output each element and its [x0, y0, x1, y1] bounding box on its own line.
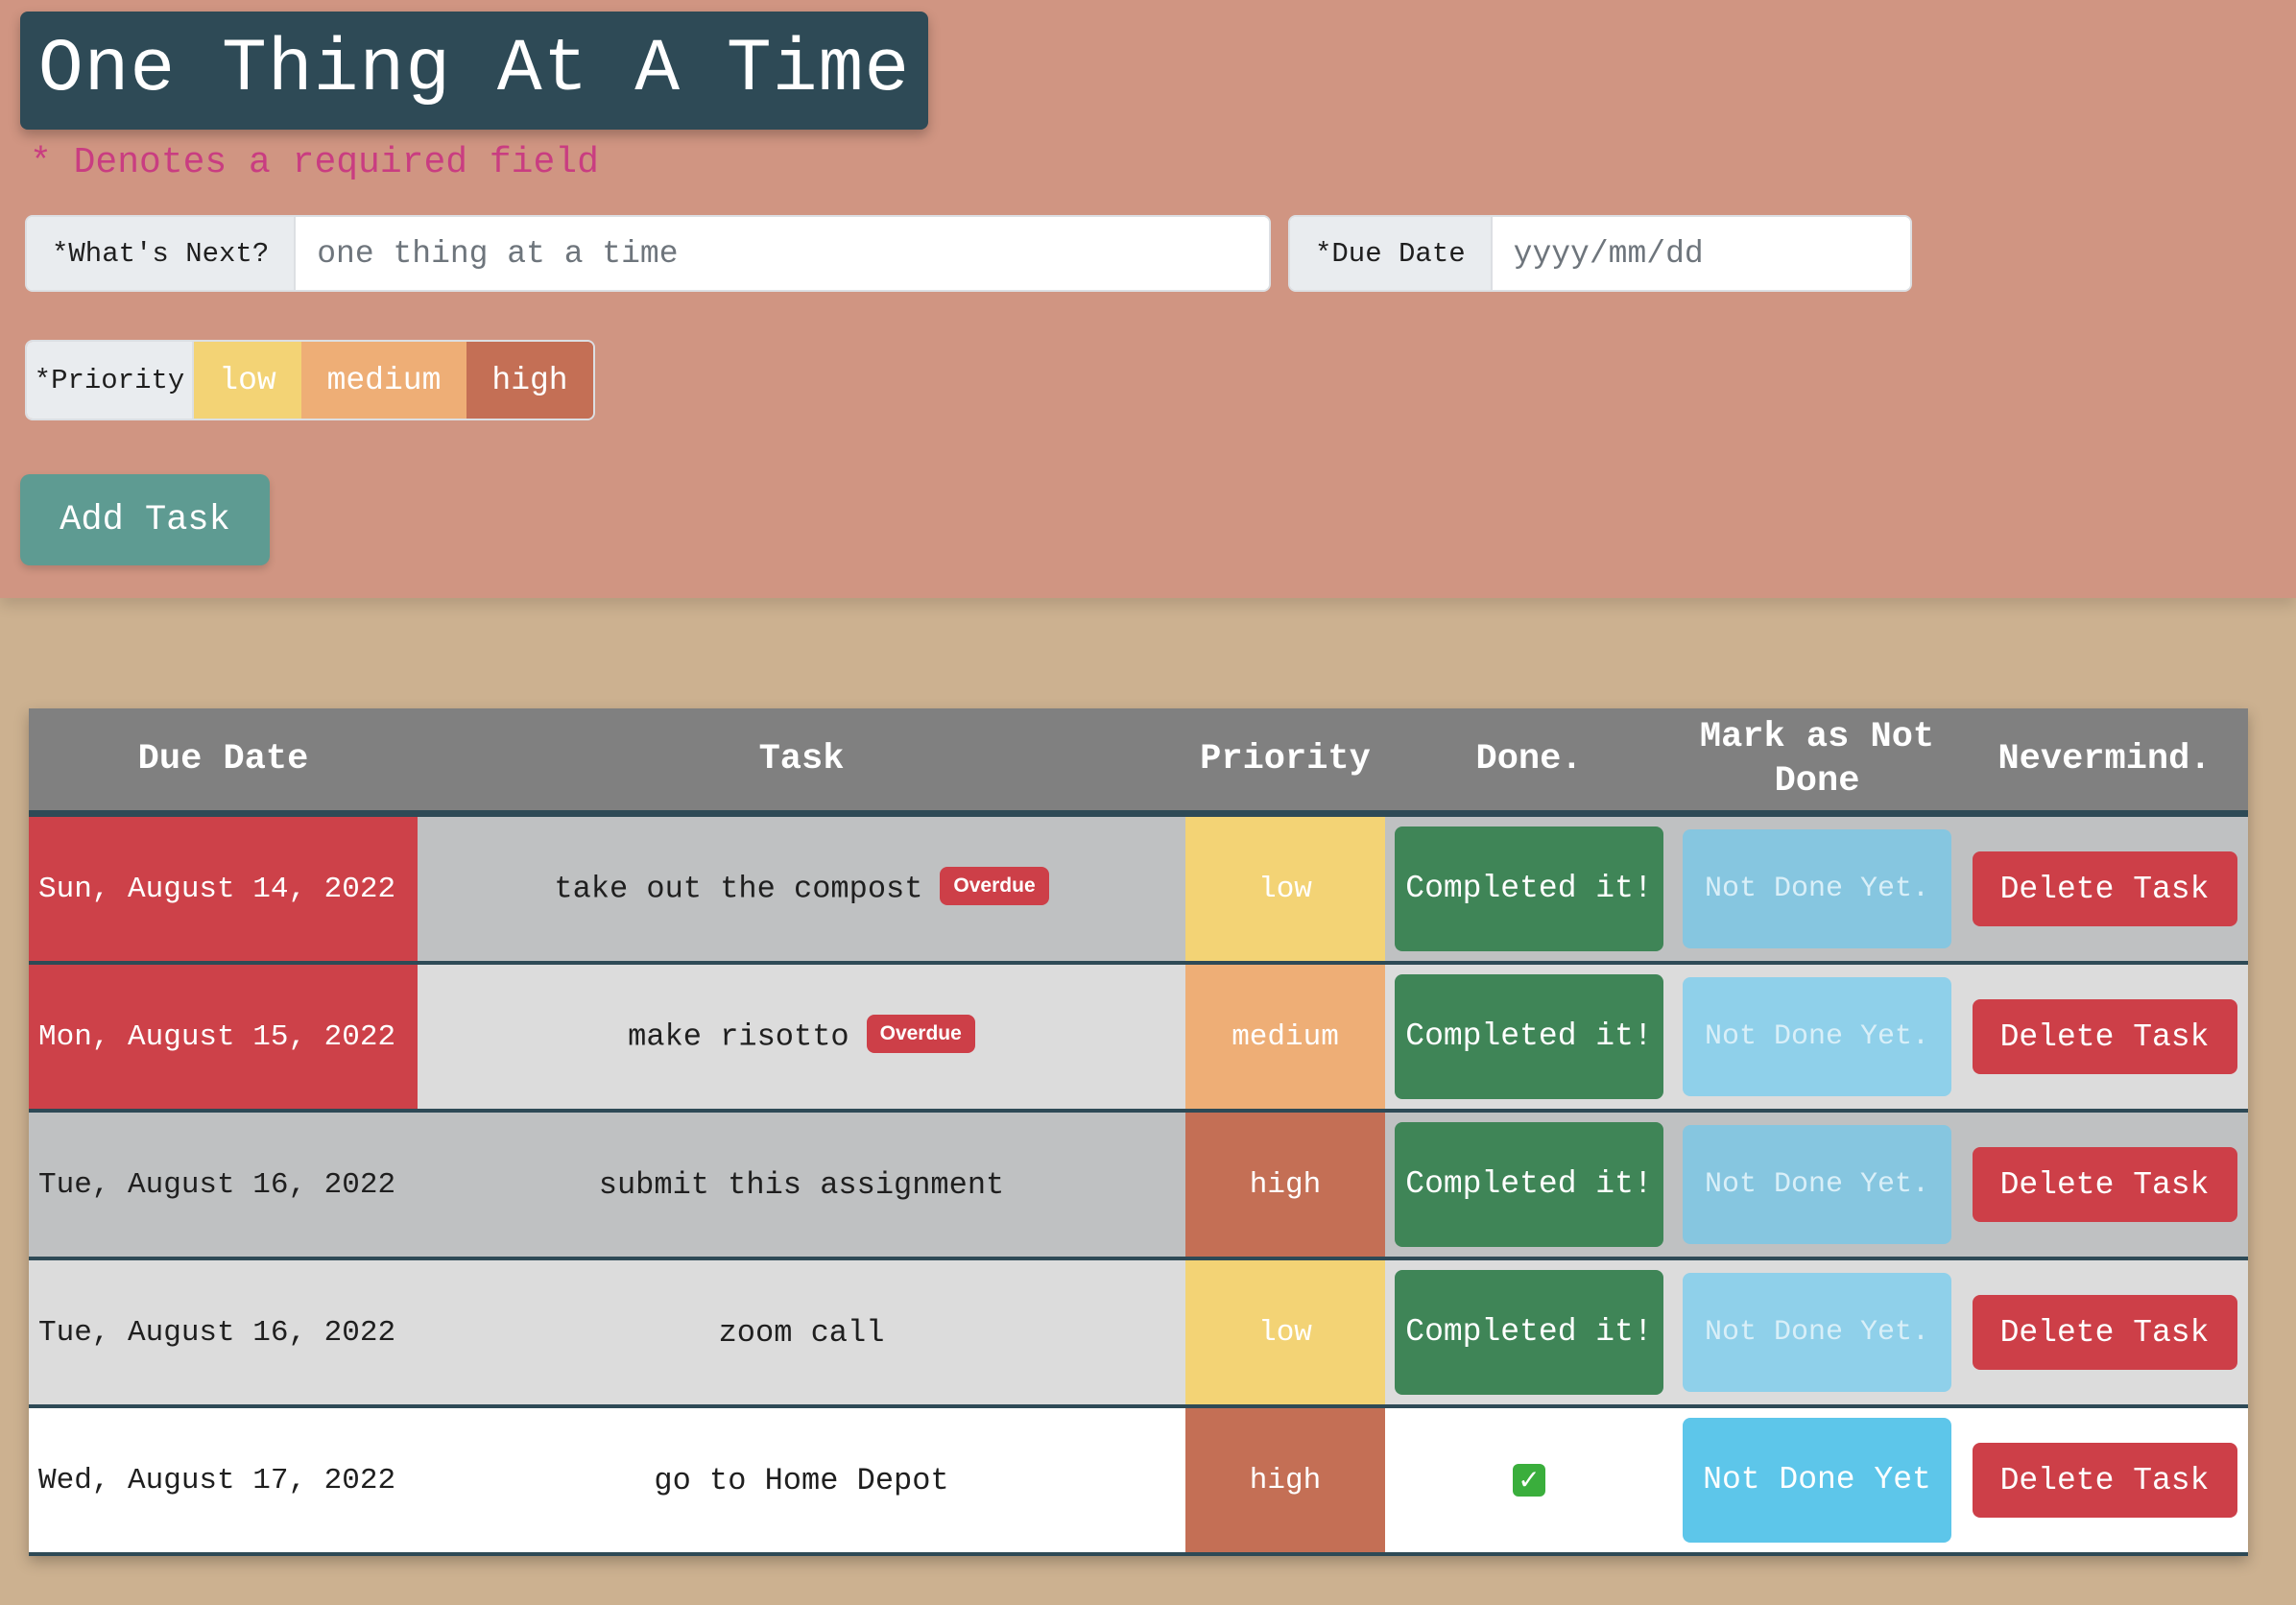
not-done-button[interactable]: Not Done Yet.: [1683, 829, 1951, 948]
task-cell: submit this assignment: [418, 1111, 1185, 1260]
priority-option-medium[interactable]: medium: [301, 342, 466, 419]
priority-cell: low: [1185, 813, 1385, 965]
task-text: zoom call: [718, 1314, 885, 1351]
header-panel: One Thing At A Time * Denotes a required…: [0, 0, 2296, 598]
priority-cell: low: [1185, 1258, 1385, 1408]
delete-task-button[interactable]: Delete Task: [1972, 1443, 2237, 1518]
priority-cell: high: [1185, 1406, 1385, 1556]
task-text: go to Home Depot: [654, 1462, 949, 1498]
table-row: Tue, August 16, 2022 submit this assignm…: [29, 1111, 2248, 1260]
task-text: take out the compost: [554, 871, 923, 907]
completed-button[interactable]: Completed it!: [1395, 974, 1663, 1099]
header-due-date: Due Date: [29, 708, 418, 817]
check-mark-icon: ✓: [1513, 1463, 1545, 1497]
table-row: Mon, August 15, 2022 make risotto Overdue…: [29, 963, 2248, 1113]
header-nevermind: Nevermind.: [1961, 708, 2248, 817]
header-done: Done.: [1385, 708, 1673, 817]
due-date-cell: Sun, August 14, 2022: [29, 813, 418, 965]
not-done-button[interactable]: Not Done Yet.: [1683, 1125, 1951, 1244]
task-cell: go to Home Depot: [418, 1406, 1185, 1556]
task-table: Due Date Task Priority Done. Mark as Not…: [29, 708, 2248, 1556]
delete-cell: Delete Task: [1961, 1258, 2248, 1408]
priority-cell: high: [1185, 1111, 1385, 1260]
not-done-cell: Not Done Yet.: [1673, 1258, 1961, 1408]
task-input[interactable]: [296, 217, 1269, 290]
task-text: submit this assignment: [598, 1166, 1005, 1203]
done-cell: ✓: [1385, 1406, 1673, 1556]
delete-task-button[interactable]: Delete Task: [1972, 1147, 2237, 1222]
delete-cell: Delete Task: [1961, 1406, 2248, 1556]
delete-task-button[interactable]: Delete Task: [1972, 1295, 2237, 1370]
header-mark-not-done: Mark as Not Done: [1673, 708, 1961, 817]
done-cell: Completed it!: [1385, 1111, 1673, 1260]
task-input-label: *What's Next?: [27, 217, 297, 290]
task-cell: take out the compost Overdue: [418, 813, 1185, 965]
delete-cell: Delete Task: [1961, 813, 2248, 965]
overdue-badge: Overdue: [940, 867, 1049, 905]
due-date-input-group: *Due Date: [1288, 215, 1912, 292]
done-cell: Completed it!: [1385, 1258, 1673, 1408]
priority-selector: *Priority low medium high: [25, 340, 595, 420]
task-input-group: *What's Next?: [25, 215, 1271, 292]
due-date-cell: Tue, August 16, 2022: [29, 1258, 418, 1408]
not-done-cell: Not Done Yet.: [1673, 1111, 1961, 1260]
table-header-row: Due Date Task Priority Done. Mark as Not…: [29, 708, 2248, 817]
not-done-button[interactable]: Not Done Yet.: [1683, 1273, 1951, 1392]
due-date-label: *Due Date: [1290, 217, 1493, 290]
priority-option-high[interactable]: high: [466, 342, 593, 419]
due-date-cell: Mon, August 15, 2022: [29, 963, 418, 1113]
app-title: One Thing At A Time: [20, 12, 928, 130]
not-done-button[interactable]: Not Done Yet: [1683, 1418, 1951, 1543]
not-done-button[interactable]: Not Done Yet.: [1683, 977, 1951, 1096]
completed-button[interactable]: Completed it!: [1395, 826, 1663, 951]
task-cell: zoom call: [418, 1258, 1185, 1408]
table-row: Tue, August 16, 2022 zoom call low Compl…: [29, 1258, 2248, 1408]
due-date-cell: Wed, August 17, 2022: [29, 1406, 418, 1556]
task-cell: make risotto Overdue: [418, 963, 1185, 1113]
header-priority: Priority: [1185, 708, 1385, 817]
priority-label: *Priority: [27, 342, 194, 419]
delete-task-button[interactable]: Delete Task: [1972, 851, 2237, 926]
done-cell: Completed it!: [1385, 963, 1673, 1113]
delete-task-button[interactable]: Delete Task: [1972, 999, 2237, 1074]
due-date-input[interactable]: [1492, 217, 1910, 290]
not-done-cell: Not Done Yet.: [1673, 813, 1961, 965]
add-task-button[interactable]: Add Task: [20, 474, 270, 565]
header-task: Task: [418, 708, 1185, 817]
overdue-badge: Overdue: [866, 1015, 975, 1053]
done-cell: Completed it!: [1385, 813, 1673, 965]
due-date-cell: Tue, August 16, 2022: [29, 1111, 418, 1260]
table-row: Wed, August 17, 2022 go to Home Depot hi…: [29, 1406, 2248, 1556]
completed-button[interactable]: Completed it!: [1395, 1122, 1663, 1247]
priority-option-low[interactable]: low: [194, 342, 301, 419]
task-text: make risotto: [628, 1018, 849, 1055]
not-done-cell: Not Done Yet.: [1673, 963, 1961, 1113]
delete-cell: Delete Task: [1961, 1111, 2248, 1260]
not-done-cell: Not Done Yet: [1673, 1406, 1961, 1556]
completed-button[interactable]: Completed it!: [1395, 1270, 1663, 1395]
table-row: Sun, August 14, 2022 take out the compos…: [29, 813, 2248, 965]
required-field-note: * Denotes a required field: [30, 142, 599, 183]
delete-cell: Delete Task: [1961, 963, 2248, 1113]
priority-cell: medium: [1185, 963, 1385, 1113]
